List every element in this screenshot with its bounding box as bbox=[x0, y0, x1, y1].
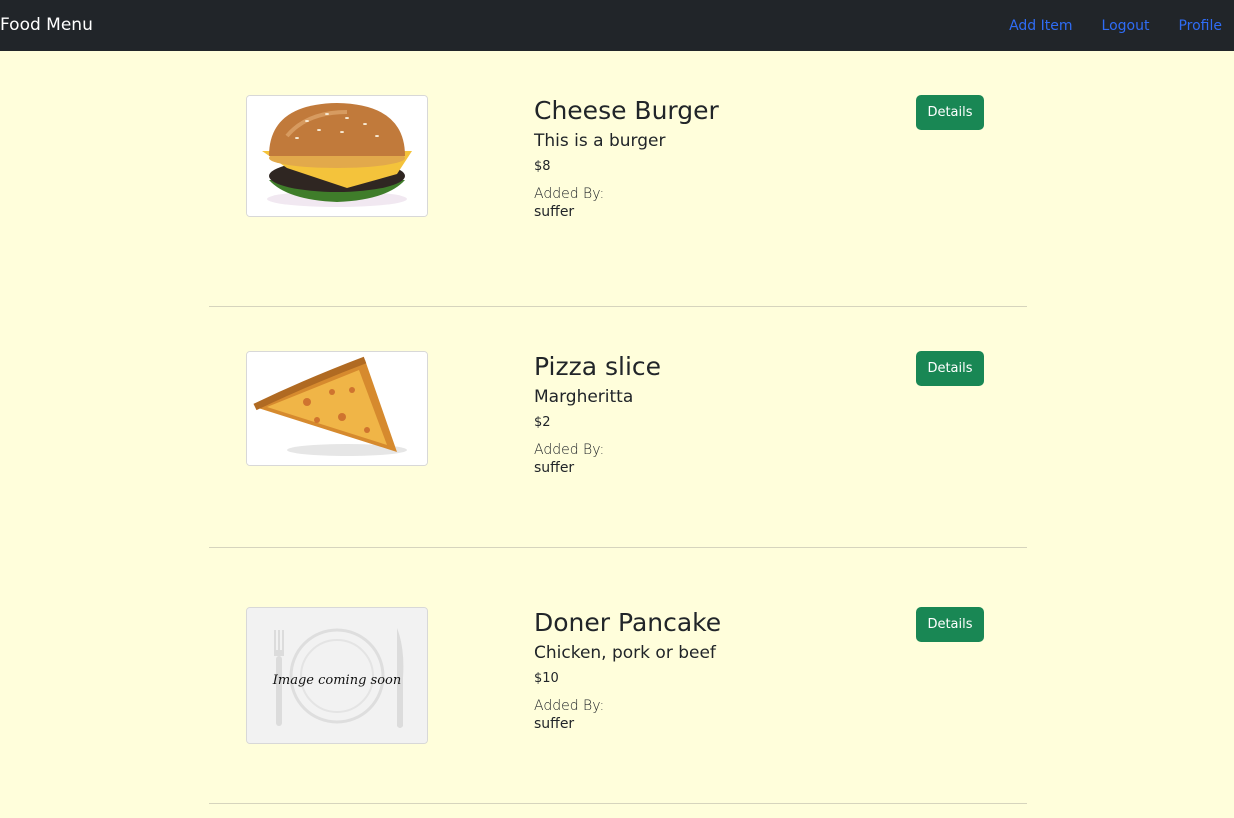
item-image bbox=[246, 95, 428, 217]
brand-link[interactable]: Food Menu bbox=[0, 14, 93, 36]
item-image: Image coming soon bbox=[246, 607, 428, 744]
item-info: Cheese Burger This is a burger $8 Added … bbox=[534, 95, 719, 221]
pizza-image bbox=[247, 352, 427, 465]
nav-add-item-link[interactable]: Add Item bbox=[1009, 16, 1072, 36]
added-by-label: Added By: bbox=[534, 186, 605, 202]
details-button[interactable]: Details bbox=[916, 607, 984, 642]
item-image bbox=[246, 351, 428, 466]
item-name: Doner Pancake bbox=[534, 608, 722, 637]
added-by-user: suffer bbox=[534, 204, 575, 220]
added-by-label: Added By: bbox=[534, 442, 605, 458]
item-price: $8 bbox=[534, 159, 551, 174]
item-name: Cheese Burger bbox=[534, 96, 719, 125]
menu-item: Image coming soon Doner Pancake Chicken,… bbox=[209, 548, 1027, 804]
item-description: Margheritta bbox=[534, 387, 634, 407]
nav-links: Add Item Logout Profile bbox=[1009, 16, 1222, 36]
added-by-user: suffer bbox=[534, 460, 575, 476]
burger-image bbox=[247, 96, 427, 216]
item-description: Chicken, pork or beef bbox=[534, 643, 716, 663]
menu-item: Cheese Burger This is a burger $8 Added … bbox=[209, 51, 1027, 307]
item-description: This is a burger bbox=[534, 131, 666, 151]
details-button[interactable]: Details bbox=[916, 351, 984, 386]
item-divider bbox=[209, 803, 1027, 804]
nav-profile-link[interactable]: Profile bbox=[1178, 16, 1222, 36]
placeholder-text: Image coming soon bbox=[272, 673, 401, 688]
item-price: $2 bbox=[534, 415, 551, 430]
nav-logout-link[interactable]: Logout bbox=[1102, 16, 1150, 36]
item-info: Pizza slice Margheritta $2 Added By: suf… bbox=[534, 351, 661, 477]
item-name: Pizza slice bbox=[534, 352, 662, 381]
top-navbar: Food Menu Add Item Logout Profile bbox=[0, 0, 1234, 51]
item-info: Doner Pancake Chicken, pork or beef $10 … bbox=[534, 607, 721, 733]
added-by-user: suffer bbox=[534, 716, 575, 732]
added-by-label: Added By: bbox=[534, 698, 605, 714]
details-button[interactable]: Details bbox=[916, 95, 984, 130]
image-coming-soon-placeholder: Image coming soon bbox=[247, 608, 427, 743]
item-price: $10 bbox=[534, 671, 559, 686]
menu-item: Pizza slice Margheritta $2 Added By: suf… bbox=[209, 292, 1027, 548]
